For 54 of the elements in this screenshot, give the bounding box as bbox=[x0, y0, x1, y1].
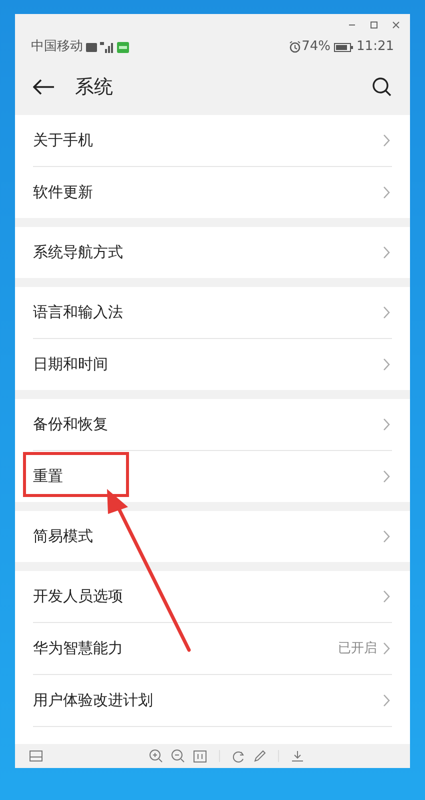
item-label: 日期和时间 bbox=[33, 354, 108, 376]
zoom-out-icon[interactable] bbox=[171, 749, 185, 763]
chevron-right-icon bbox=[383, 642, 390, 655]
item-label: 简易模式 bbox=[33, 526, 93, 548]
item-label: 语言和输入法 bbox=[33, 302, 123, 324]
hd-icon bbox=[86, 42, 97, 52]
item-label: 关于手机 bbox=[33, 130, 93, 152]
zoom-in-icon[interactable] bbox=[149, 749, 163, 763]
settings-item[interactable]: 简易模式 bbox=[15, 511, 410, 562]
actual-size-icon[interactable] bbox=[193, 750, 207, 762]
close-icon[interactable] bbox=[392, 21, 400, 29]
settings-item[interactable]: 重置 bbox=[15, 451, 410, 502]
item-label: 开发人员选项 bbox=[33, 586, 123, 608]
chevron-right-icon bbox=[383, 246, 390, 259]
chevron-right-icon bbox=[383, 186, 390, 199]
item-label: 备份和恢复 bbox=[33, 414, 108, 436]
network-icon bbox=[117, 42, 129, 52]
settings-item[interactable]: 软件更新 bbox=[15, 167, 410, 218]
chevron-right-icon bbox=[383, 418, 390, 431]
page-title: 系统 bbox=[75, 74, 113, 100]
clock-time: 11:21 bbox=[356, 38, 394, 56]
chevron-right-icon bbox=[383, 470, 390, 483]
chevron-right-icon bbox=[383, 694, 390, 707]
chevron-right-icon bbox=[383, 306, 390, 319]
item-label: 软件更新 bbox=[33, 182, 93, 204]
thumbnail-icon[interactable] bbox=[29, 750, 43, 762]
settings-item[interactable]: 备份和恢复 bbox=[15, 399, 410, 450]
settings-item[interactable]: 用户体验改进计划 bbox=[15, 675, 410, 726]
maximize-icon[interactable] bbox=[370, 21, 378, 29]
item-value: 已开启 bbox=[338, 640, 377, 658]
rotate-icon[interactable] bbox=[232, 750, 245, 762]
settings-item[interactable]: 开发人员选项 bbox=[15, 571, 410, 622]
item-label: 用户体验改进计划 bbox=[33, 690, 153, 712]
settings-item[interactable]: 华为智慧能力 已开启 bbox=[15, 623, 410, 674]
signal-icon bbox=[100, 42, 114, 52]
item-label: 系统导航方式 bbox=[33, 242, 123, 264]
chevron-right-icon bbox=[383, 530, 390, 543]
chevron-right-icon bbox=[383, 590, 390, 603]
item-label: 华为智慧能力 bbox=[33, 638, 123, 660]
download-icon[interactable] bbox=[291, 750, 304, 762]
pencil-icon[interactable] bbox=[253, 750, 266, 762]
carrier-text: 中国移动 bbox=[31, 38, 83, 56]
battery-icon bbox=[334, 42, 353, 52]
settings-item[interactable]: 语言和输入法 bbox=[15, 287, 410, 338]
battery-percent: 74% bbox=[302, 38, 331, 56]
settings-item[interactable]: 关于手机 bbox=[15, 115, 410, 166]
settings-item[interactable]: 系统导航方式 bbox=[15, 227, 410, 278]
chevron-right-icon bbox=[383, 358, 390, 371]
alarm-icon bbox=[288, 41, 301, 53]
back-icon[interactable] bbox=[33, 79, 55, 95]
item-label: 重置 bbox=[33, 466, 63, 488]
search-icon[interactable] bbox=[372, 77, 392, 97]
settings-item[interactable]: 日期和时间 bbox=[15, 339, 410, 390]
chevron-right-icon bbox=[383, 134, 390, 147]
